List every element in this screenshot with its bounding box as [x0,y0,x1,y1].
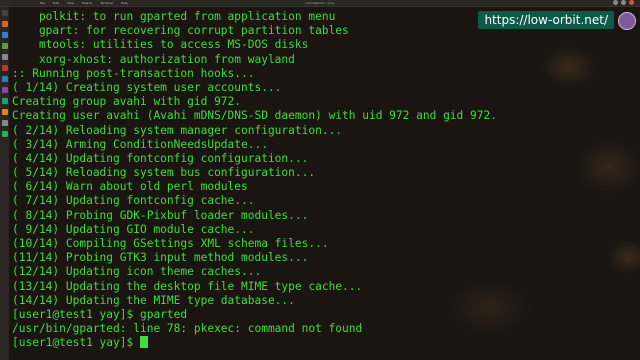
terminal-line: ( 2/14) Reloading system manager configu… [12,123,343,137]
terminal-line: [user1@test1 yay]$ gparted [12,307,188,321]
logo-icon [618,12,636,30]
terminal-line: ( 8/14) Probing GDK-Pixbuf loader module… [12,208,309,222]
close-icon[interactable] [629,0,634,5]
terminal-output: polkit: to run gparted from application … [12,10,497,351]
terminal-line: ( 1/14) Creating system user accounts... [12,80,282,94]
files-icon[interactable] [1,32,8,38]
terminal-line: xorg-xhost: authorization from wayland [12,52,295,66]
terminal-window[interactable]: polkit: to run gparted from application … [9,7,640,360]
maximize-icon[interactable] [621,0,626,5]
terminal-line: :: Running post-transaction hooks... [12,66,255,80]
editor-icon[interactable] [1,43,8,49]
terminal-line: ( 3/14) Arming ConditionNeedsUpdate... [12,137,268,151]
menu-help[interactable]: Help [121,1,128,5]
menu-file[interactable]: File [40,1,45,5]
browser-icon[interactable] [1,21,8,27]
settings-icon[interactable] [1,54,8,60]
side-dock [0,7,9,360]
app-icon[interactable] [1,120,8,126]
terminal-line: ( 5/14) Reloading system bus configurati… [12,166,316,180]
terminal-line: (12/14) Updating icon theme caches... [12,265,262,279]
terminal-line: Creating group avahi with gid 972. [12,95,242,109]
shell-prompt: [user1@test1 yay]$ [12,336,140,350]
terminal-line: ( 6/14) Warn about old perl modules [12,180,248,194]
terminal-line: ( 7/14) Updating fontconfig cache... [12,194,255,208]
menu-search[interactable]: Search [82,1,92,5]
terminal-line: (13/14) Updating the desktop file MIME t… [12,279,363,293]
site-watermark: https://low-orbit.net/ [478,11,614,29]
app-icon[interactable] [1,109,8,115]
text-cursor [139,336,148,349]
terminal-icon[interactable] [1,10,8,16]
app-icon[interactable] [1,131,8,137]
minimize-icon[interactable] [613,0,618,5]
terminal-line: (10/14) Compiling GSettings XML schema f… [12,237,329,250]
window-title: user1@test1:~/yay [305,1,335,5]
top-bar: File Edit View Search Terminal Help user… [0,0,640,7]
menu-terminal[interactable]: Terminal [100,1,113,5]
terminal-line: polkit: to run gparted from application … [12,10,336,23]
terminal-menu-bar: File Edit View Search Terminal Help [40,1,128,5]
terminal-line: (11/14) Probing GTK3 input method module… [12,251,309,265]
app-icon[interactable] [1,98,8,104]
terminal-line: /usr/bin/gparted: line 78: pkexec: comma… [12,322,363,336]
prompt-line[interactable]: [user1@test1 yay]$ [12,336,497,350]
app-icon[interactable] [1,65,8,71]
terminal-line: mtools: utilities to access MS-DOS disks [12,38,309,52]
terminal-line: (14/14) Updating the MIME type database.… [12,293,295,307]
terminal-line: ( 9/14) Updating GIO module cache... [12,222,255,236]
terminal-line: gpart: for recovering corrupt partition … [12,24,349,38]
terminal-line: Creating user avahi (Avahi mDNS/DNS-SD d… [12,109,497,123]
app-icon[interactable] [1,76,8,82]
app-icon[interactable] [1,87,8,93]
terminal-line: ( 4/14) Updating fontconfig configuratio… [12,151,309,165]
menu-edit[interactable]: Edit [53,1,59,5]
menu-view[interactable]: View [67,1,74,5]
window-controls [613,0,634,5]
